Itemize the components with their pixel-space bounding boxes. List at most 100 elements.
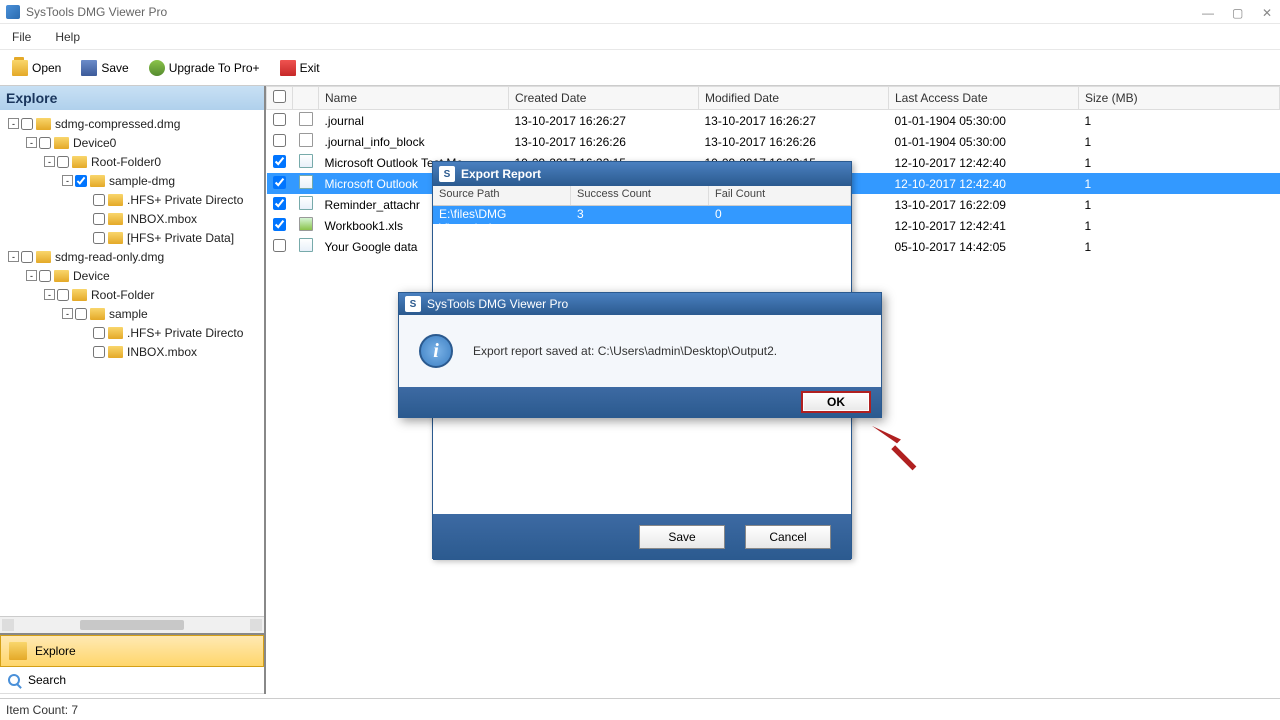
row-checkbox[interactable] [273, 113, 286, 126]
maximize-button[interactable]: ▢ [1232, 6, 1244, 18]
menu-file[interactable]: File [8, 28, 35, 46]
export-success-value: 3 [571, 206, 709, 224]
sidebar: Explore -sdmg-compressed.dmg-Device0-Roo… [0, 86, 266, 694]
col-success-count[interactable]: Success Count [571, 186, 709, 205]
tree-node[interactable]: -sdmg-compressed.dmg [2, 114, 262, 133]
tree-scrollbar[interactable] [0, 616, 264, 633]
col-check[interactable] [267, 87, 293, 110]
row-checkbox[interactable] [273, 239, 286, 252]
row-checkbox[interactable] [273, 176, 286, 189]
tree-expand-icon[interactable]: - [8, 251, 19, 262]
tree-checkbox[interactable] [39, 270, 51, 282]
tree-checkbox[interactable] [39, 137, 51, 149]
table-row[interactable]: .journal_info_block 13-10-2017 16:26:26 … [267, 131, 1280, 152]
tree-expand-icon[interactable]: - [26, 270, 37, 281]
tree-checkbox[interactable] [57, 289, 69, 301]
minimize-button[interactable]: — [1202, 6, 1214, 18]
tree-node[interactable]: -Root-Folder0 [2, 152, 262, 171]
tree-expand-icon[interactable]: - [44, 289, 55, 300]
cell-access: 01-01-1904 05:30:00 [889, 131, 1079, 152]
col-fail-count[interactable]: Fail Count [709, 186, 851, 205]
col-modified[interactable]: Modified Date [699, 87, 889, 110]
cell-size: 1 [1079, 131, 1280, 152]
tree-node[interactable]: - Device [2, 266, 262, 285]
tree-expand-icon[interactable]: - [44, 156, 55, 167]
cell-created: 13-10-2017 16:26:26 [509, 131, 699, 152]
export-source-value: E:\files\DMG Viewer\sdmg-... [433, 206, 571, 224]
tab-explore[interactable]: Explore [0, 635, 264, 667]
tree-node[interactable]: - Root-Folder [2, 285, 262, 304]
tree-checkbox[interactable] [93, 346, 105, 358]
row-checkbox[interactable] [273, 134, 286, 147]
tree-expand-icon[interactable]: - [62, 175, 73, 186]
exit-button[interactable]: Exit [276, 58, 324, 78]
tree-label: INBOX.mbox [127, 345, 197, 359]
scroll-right-icon[interactable] [250, 619, 262, 631]
scroll-thumb[interactable] [80, 620, 184, 630]
col-created[interactable]: Created Date [509, 87, 699, 110]
tree-checkbox[interactable] [75, 308, 87, 320]
table-row[interactable]: .journal 13-10-2017 16:26:27 13-10-2017 … [267, 110, 1280, 132]
check-all[interactable] [273, 90, 286, 103]
tree-expand-icon[interactable]: - [62, 308, 73, 319]
tree-checkbox[interactable] [93, 232, 105, 244]
export-cancel-button[interactable]: Cancel [745, 525, 831, 549]
col-access[interactable]: Last Access Date [889, 87, 1079, 110]
item-count: Item Count: 7 [6, 703, 78, 717]
ok-button[interactable]: OK [801, 391, 871, 413]
tree-label: .HFS+ Private Directo [127, 193, 243, 207]
scroll-left-icon[interactable] [2, 619, 14, 631]
open-label: Open [32, 61, 61, 75]
export-dialog-titlebar[interactable]: S Export Report [433, 162, 851, 186]
tree-checkbox[interactable] [93, 327, 105, 339]
folder-icon [108, 194, 123, 206]
tab-search[interactable]: Search [0, 667, 264, 694]
tree-node[interactable]: -sdmg-read-only.dmg [2, 247, 262, 266]
tree-view[interactable]: -sdmg-compressed.dmg-Device0-Root-Folder… [0, 110, 264, 616]
menu-help[interactable]: Help [51, 28, 84, 46]
tree-label: [HFS+ Private Data] [127, 231, 234, 245]
tree-node[interactable]: INBOX.mbox [2, 342, 262, 361]
col-source-path[interactable]: Source Path [433, 186, 571, 205]
message-dialog: S SysTools DMG Viewer Pro i Export repor… [398, 292, 882, 418]
tree-checkbox[interactable] [93, 194, 105, 206]
tree-checkbox[interactable] [21, 118, 33, 130]
tree-node[interactable]: -sample [2, 304, 262, 323]
cell-access: 05-10-2017 14:42:05 [889, 236, 1079, 257]
tree-node[interactable]: .HFS+ Private Directo [2, 190, 262, 209]
row-checkbox[interactable] [273, 197, 286, 210]
tree-checkbox[interactable] [21, 251, 33, 263]
cell-modified: 13-10-2017 16:26:27 [699, 110, 889, 132]
row-checkbox[interactable] [273, 155, 286, 168]
tree-label: Root-Folder [91, 288, 154, 302]
tree-checkbox[interactable] [57, 156, 69, 168]
save-button[interactable]: Save [77, 58, 132, 78]
tree-checkbox[interactable] [75, 175, 87, 187]
tree-expand-icon[interactable]: - [26, 137, 37, 148]
open-button[interactable]: Open [8, 58, 65, 78]
col-size[interactable]: Size (MB) [1079, 87, 1280, 110]
row-checkbox[interactable] [273, 218, 286, 231]
export-row[interactable]: E:\files\DMG Viewer\sdmg-... 3 0 [433, 206, 851, 224]
save-icon [81, 60, 97, 76]
cell-size: 1 [1079, 236, 1280, 257]
export-save-button[interactable]: Save [639, 525, 725, 549]
cell-name: .journal [319, 110, 509, 132]
upgrade-button[interactable]: Upgrade To Pro+ [145, 58, 264, 78]
tree-label: Device [73, 269, 110, 283]
cell-access: 13-10-2017 16:22:09 [889, 194, 1079, 215]
folder-icon [90, 175, 105, 187]
col-name[interactable]: Name [319, 87, 509, 110]
message-dialog-titlebar[interactable]: S SysTools DMG Viewer Pro [399, 293, 881, 315]
folder-icon [72, 156, 87, 168]
close-button[interactable]: ✕ [1262, 6, 1274, 18]
tree-node[interactable]: -sample-dmg [2, 171, 262, 190]
tree-checkbox[interactable] [93, 213, 105, 225]
tree-node[interactable]: INBOX.mbox [2, 209, 262, 228]
tree-node[interactable]: .HFS+ Private Directo [2, 323, 262, 342]
tree-expand-icon[interactable]: - [8, 118, 19, 129]
tree-node[interactable]: -Device0 [2, 133, 262, 152]
tree-node[interactable]: [HFS+ Private Data] [2, 228, 262, 247]
export-footer: Save Cancel [433, 514, 851, 560]
message-dialog-icon: S [405, 296, 421, 312]
